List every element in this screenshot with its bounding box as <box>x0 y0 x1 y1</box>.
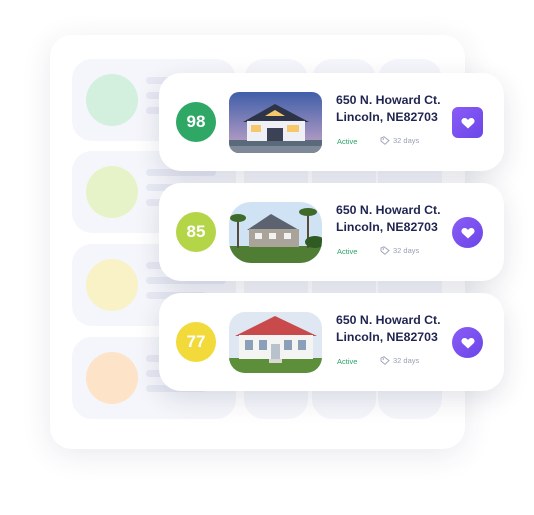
tag-icon <box>380 246 390 255</box>
background-row-circle <box>86 74 138 126</box>
match-score-badge: 85 <box>176 212 216 252</box>
stone-house-with-palms-image <box>229 202 322 263</box>
listing-card[interactable]: 98 650 N. Howard Ct. Lincoln, NE82703 Ac… <box>159 73 504 171</box>
tag-icon <box>380 136 390 145</box>
heart-icon <box>460 117 475 128</box>
listing-card[interactable]: 77 650 N. Howard Ct. Lincoln, NE82703 Ac… <box>159 293 504 391</box>
days-label: 32 days <box>393 246 420 255</box>
background-row-circle <box>86 352 138 404</box>
tag-icon <box>380 356 390 365</box>
days-on-market: 32 days <box>380 136 419 145</box>
favorite-button[interactable] <box>452 327 483 358</box>
property-thumbnail[interactable] <box>229 92 322 153</box>
background-row-circle <box>86 166 138 218</box>
property-address[interactable]: 650 N. Howard Ct. Lincoln, NE82703 <box>336 312 466 346</box>
listing-card[interactable]: 85 650 N. Howard Ct. Lincoln, NE82703 Ac… <box>159 183 504 281</box>
white-house-red-roof-image <box>229 312 322 373</box>
listing-status: Active <box>337 247 358 256</box>
property-thumbnail[interactable] <box>229 202 322 263</box>
property-address[interactable]: 650 N. Howard Ct. Lincoln, NE82703 <box>336 92 466 126</box>
heart-icon <box>460 227 475 238</box>
days-label: 32 days <box>393 136 420 145</box>
listing-status: Active <box>337 357 358 366</box>
property-address[interactable]: 650 N. Howard Ct. Lincoln, NE82703 <box>336 202 466 236</box>
days-on-market: 32 days <box>380 356 419 365</box>
listing-status: Active <box>337 137 358 146</box>
match-score-badge: 98 <box>176 102 216 142</box>
days-on-market: 32 days <box>380 246 419 255</box>
days-label: 32 days <box>393 356 420 365</box>
modern-house-at-dusk-image <box>229 92 322 153</box>
heart-icon <box>460 337 475 348</box>
background-row-circle <box>86 259 138 311</box>
favorite-button[interactable] <box>452 217 483 248</box>
property-thumbnail[interactable] <box>229 312 322 373</box>
favorite-button[interactable] <box>452 107 483 138</box>
match-score-badge: 77 <box>176 322 216 362</box>
